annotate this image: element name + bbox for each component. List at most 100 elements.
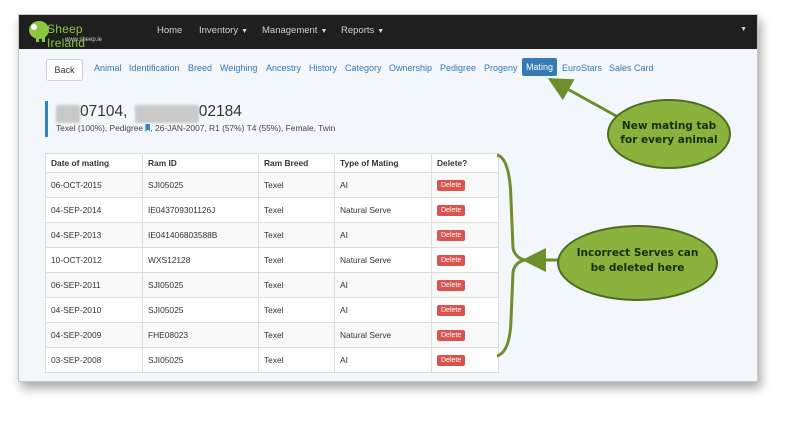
mating-tab-callout-line-2: for every animal [620, 134, 718, 146]
nav-reports[interactable]: Reports ▼ [341, 25, 384, 36]
cell-breed: Texel [258, 172, 335, 198]
table-row: 03-SEP-2008 SJI05025 Texel AI Delete [45, 347, 499, 373]
cell-ram-id: FHE08023 [142, 322, 259, 348]
cell-date: 04-SEP-2010 [45, 297, 143, 323]
nav-inventory-label: Inventory [199, 25, 239, 36]
delete-button[interactable]: Delete [437, 280, 466, 291]
cell-delete: Delete [431, 247, 499, 273]
cell-type: Natural Serve [334, 322, 432, 348]
tab-eurostars[interactable]: EuroStars [562, 63, 602, 73]
screenshot-frame: Sheep Ireland www.sheep.ie Home Inventor… [18, 14, 758, 382]
tab-history[interactable]: History [309, 63, 337, 73]
brand-url: www.sheep.ie [65, 37, 103, 43]
cell-breed: Texel [258, 297, 335, 323]
tab-ancestry[interactable]: Ancestry [266, 63, 301, 73]
animal-header: xx07104, xx02184 Texel (100%), Pedigree … [45, 101, 348, 137]
cell-date: 04-SEP-2009 [45, 322, 143, 348]
cell-delete: Delete [431, 272, 499, 298]
animal-ids: xx07104, xx02184 [56, 103, 242, 123]
tab-pedigree[interactable]: Pedigree [440, 63, 476, 73]
table-row: 04-SEP-2009 FHE08023 Texel Natural Serve… [45, 322, 499, 348]
table-row: 10-OCT-2012 WXS12128 Texel Natural Serve… [45, 247, 499, 273]
table-row: 04-SEP-2013 IE041406803588B Texel AI Del… [45, 222, 499, 248]
cell-date: 06-SEP-2011 [45, 272, 143, 298]
cell-type: AI [334, 297, 432, 323]
back-button[interactable]: Back [46, 59, 83, 81]
delete-callout: Incorrect Serves can be deleted here [557, 225, 718, 301]
tab-sales-card[interactable]: Sales Card [609, 63, 654, 73]
cell-delete: Delete [431, 197, 499, 223]
delete-callout-line-2: be deleted here [590, 262, 685, 274]
nav-home-label: Home [157, 25, 183, 36]
cell-breed: Texel [258, 272, 335, 298]
nav-home[interactable]: Home [157, 25, 182, 36]
cell-ram-id: SJI05025 [142, 272, 259, 298]
header-type: Type of Mating [334, 153, 432, 173]
cell-type: AI [334, 172, 432, 198]
caret-down-icon: ▼ [241, 28, 249, 35]
delete-button[interactable]: Delete [437, 205, 466, 216]
delete-button[interactable]: Delete [437, 330, 466, 341]
animal-summary: Texel (100%), Pedigree , 26-JAN-2007, R1… [56, 123, 335, 133]
table-row: 04-SEP-2014 IE043709301126J Texel Natura… [45, 197, 499, 223]
cell-delete: Delete [431, 172, 499, 198]
animal-id-part-2: 02184 [198, 103, 242, 120]
tab-breed[interactable]: Breed [188, 63, 212, 73]
redacted-id-prefix: xx [56, 105, 80, 123]
animal-summary-pre: Texel (100%), Pedigree [56, 123, 144, 133]
nav-management[interactable]: Management ▼ [262, 25, 327, 36]
cell-date: 03-SEP-2008 [45, 347, 143, 373]
tab-mating[interactable]: Mating [522, 58, 558, 76]
mating-tab-callout: New mating tab for every animal [607, 99, 731, 169]
animal-summary-post: , 26-JAN-2007, R1 (57%) T4 (55%), Female… [150, 123, 336, 133]
delete-button[interactable]: Delete [437, 180, 466, 191]
delete-button[interactable]: Delete [437, 230, 466, 241]
cell-ram-id: IE043709301126J [142, 197, 259, 223]
header-delete: Delete? [431, 153, 499, 173]
tab-category[interactable]: Category [345, 63, 382, 73]
cell-delete: Delete [431, 322, 499, 348]
cell-breed: Texel [258, 222, 335, 248]
delete-button[interactable]: Delete [437, 355, 466, 366]
cell-delete: Delete [431, 222, 499, 248]
tab-progeny[interactable]: Progeny [484, 63, 518, 73]
table-header-row: Date of mating Ram ID Ram Breed Type of … [45, 153, 499, 173]
delete-callout-line-1: Incorrect Serves can [576, 247, 699, 259]
table-row: 06-OCT-2015 SJI05025 Texel AI Delete [45, 172, 499, 198]
brand-name: Sheep Ireland [47, 22, 86, 50]
tab-identification[interactable]: Identification [129, 63, 180, 73]
header-ram-breed: Ram Breed [258, 153, 335, 173]
cell-type: AI [334, 222, 432, 248]
mating-tab-callout-line-1: New mating tab [621, 120, 717, 132]
cell-type: Natural Serve [334, 197, 432, 223]
animal-id-part-1: 07104, [80, 103, 128, 120]
cell-breed: Texel [258, 197, 335, 223]
delete-button[interactable]: Delete [437, 255, 466, 266]
nav-management-label: Management [262, 25, 318, 36]
nav-inventory[interactable]: Inventory ▼ [199, 25, 248, 36]
cell-ram-id: WXS12128 [142, 247, 259, 273]
delete-button[interactable]: Delete [437, 305, 466, 316]
tab-animal[interactable]: Animal [94, 63, 122, 73]
cell-date: 04-SEP-2014 [45, 197, 143, 223]
cell-ram-id: SJI05025 [142, 347, 259, 373]
cell-breed: Texel [258, 322, 335, 348]
top-navbar: Sheep Ireland www.sheep.ie Home Inventor… [19, 15, 757, 50]
user-menu-caret-icon[interactable]: ▼ [740, 26, 747, 33]
matings-table: Date of mating Ram ID Ram Breed Type of … [45, 153, 499, 373]
caret-down-icon: ▼ [377, 28, 385, 35]
tab-weighing[interactable]: Weighing [220, 63, 257, 73]
header-ram-id: Ram ID [142, 153, 259, 173]
header-date: Date of mating [45, 153, 143, 173]
cell-breed: Texel [258, 347, 335, 373]
pedigree-bookmark-icon [145, 124, 151, 132]
tab-ownership[interactable]: Ownership [389, 63, 432, 73]
nav-reports-label: Reports [341, 25, 375, 36]
cell-type: AI [334, 272, 432, 298]
cell-type: AI [334, 347, 432, 373]
table-row: 06-SEP-2011 SJI05025 Texel AI Delete [45, 272, 499, 298]
redacted-tag-prefix: xx [134, 105, 199, 123]
cell-delete: Delete [431, 297, 499, 323]
brand-logo[interactable]: Sheep Ireland www.sheep.ie [27, 17, 123, 50]
cell-date: 04-SEP-2013 [45, 222, 143, 248]
